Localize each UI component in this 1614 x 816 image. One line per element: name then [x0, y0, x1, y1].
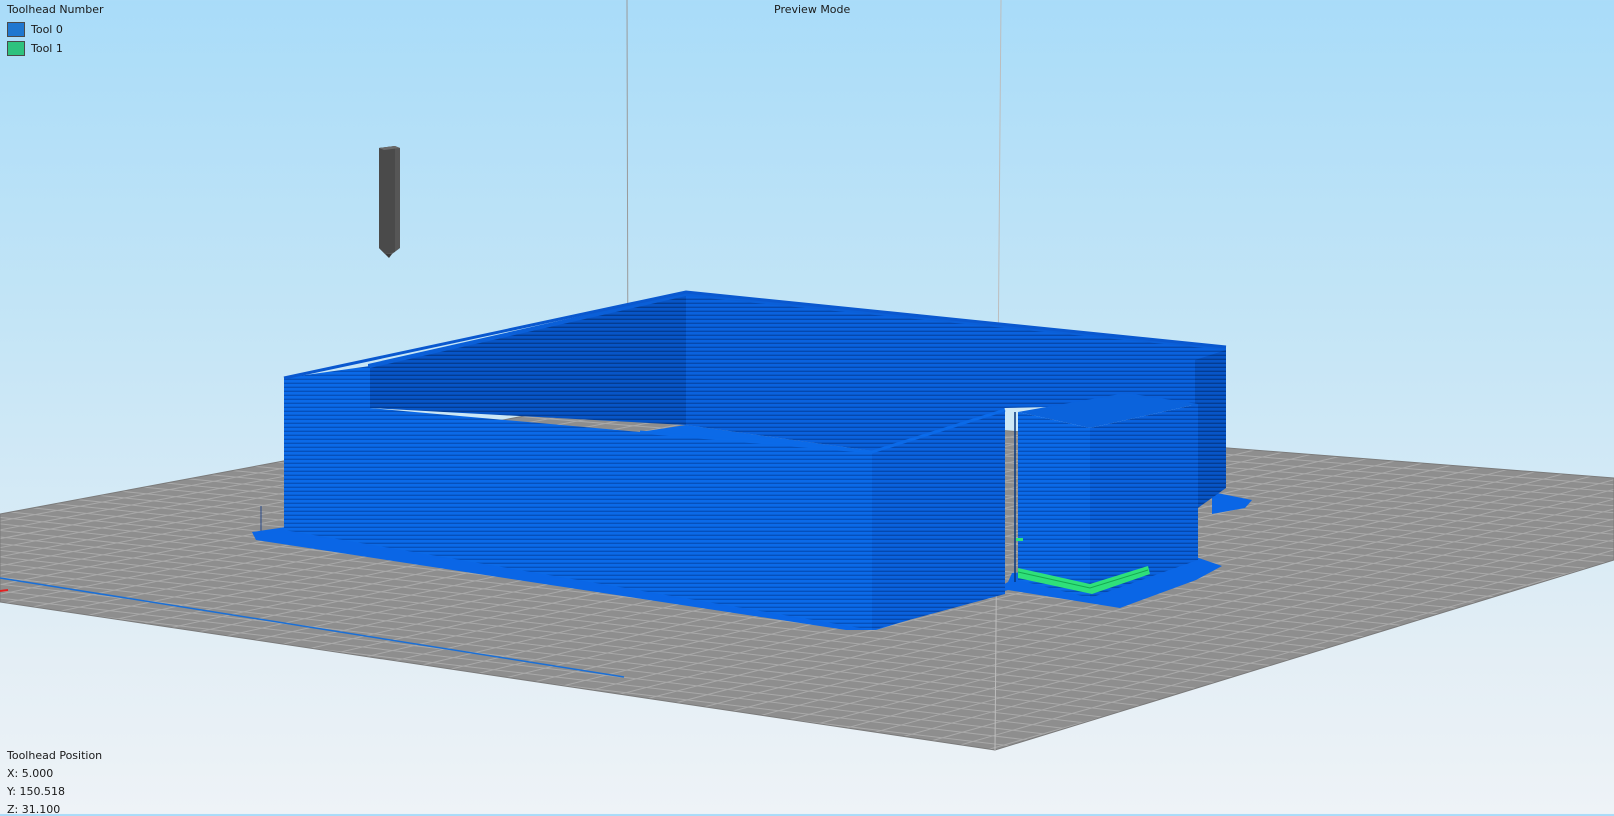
legend-item-tool1: Tool 1 [7, 39, 63, 57]
toolhead-position-title: Toolhead Position [7, 749, 103, 762]
toolhead-nozzle [379, 146, 400, 258]
preview-mode-label: Preview Mode [774, 3, 851, 16]
legend-label-tool1: Tool 1 [31, 41, 63, 55]
legend-title: Toolhead Number [7, 3, 104, 16]
legend-label-tool0: Tool 0 [31, 22, 63, 36]
y-axis-marker [0, 589, 9, 592]
toolhead-position-x: X: 5.000 [7, 767, 54, 780]
toolhead-position-y: Y: 150.518 [7, 785, 65, 798]
legend-item-tool0: Tool 0 [7, 20, 63, 38]
tool1-color-swatch [7, 40, 25, 56]
tool0-color-swatch [7, 21, 25, 37]
toolhead-position-z: Z: 31.100 [7, 803, 61, 816]
3d-viewport[interactable] [0, 0, 1614, 814]
